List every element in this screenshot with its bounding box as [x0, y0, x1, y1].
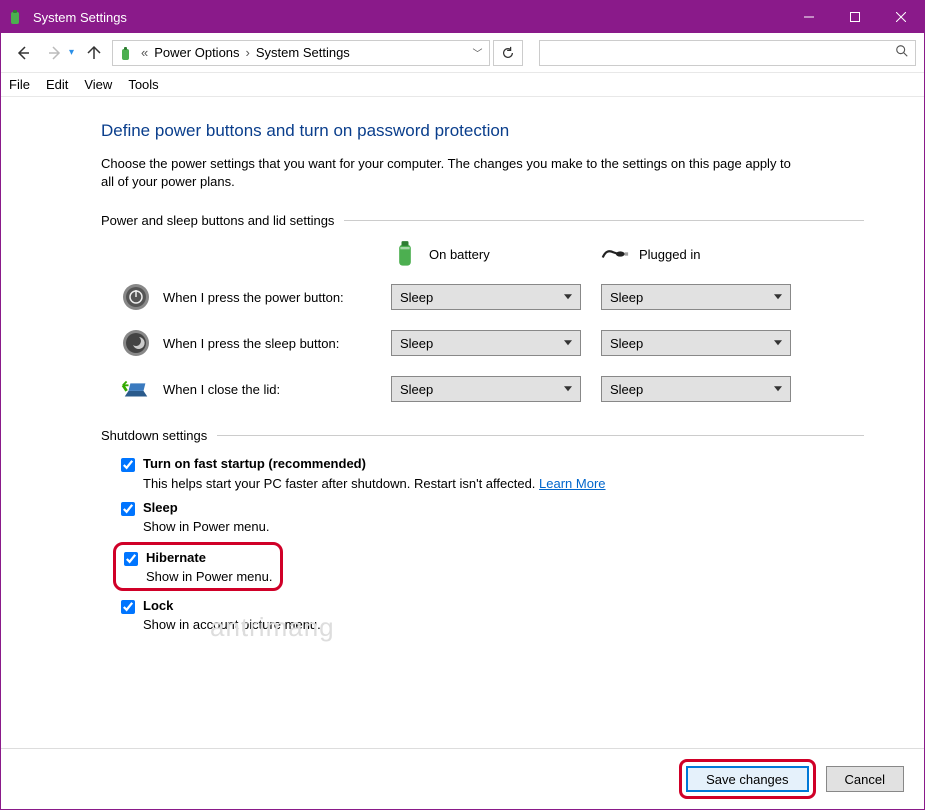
lid-label: When I close the lid:: [163, 382, 280, 397]
section-shutdown-title: Shutdown settings: [101, 428, 864, 443]
menubar: File Edit View Tools: [1, 73, 924, 97]
window-controls: [786, 1, 924, 33]
address-dropdown-button[interactable]: ﹀: [473, 45, 483, 60]
col-battery-label: On battery: [429, 247, 490, 262]
sleep-button-battery-select[interactable]: Sleep: [391, 330, 581, 356]
forward-button[interactable]: [41, 39, 69, 67]
maximize-button[interactable]: [832, 1, 878, 33]
refresh-button[interactable]: [493, 40, 523, 66]
lock-desc: Show in account picture menu.: [143, 617, 864, 632]
section-power-lid-label: Power and sleep buttons and lid settings: [101, 213, 334, 228]
section-shutdown-label: Shutdown settings: [101, 428, 207, 443]
row-lid: When I close the lid: Sleep Sleep: [101, 374, 864, 404]
content-area: Define power buttons and turn on passwor…: [1, 97, 924, 748]
hibernate-highlight: Hibernate Show in Power menu.: [113, 542, 283, 591]
lock-checkbox-row: Lock: [121, 597, 864, 615]
power-button-battery-select[interactable]: Sleep: [391, 284, 581, 310]
search-icon[interactable]: [895, 44, 909, 61]
hibernate-checkbox-row: Hibernate: [124, 549, 272, 567]
save-highlight: Save changes: [679, 759, 815, 799]
titlebar: System Settings: [1, 1, 924, 33]
search-input[interactable]: [546, 44, 895, 61]
row-power-button: When I press the power button: Sleep Sle…: [101, 282, 864, 312]
lock-label: Lock: [143, 597, 173, 615]
recent-locations-button[interactable]: ▾: [69, 47, 74, 58]
column-headers: On battery Plugged in: [101, 240, 864, 268]
sleep-checkbox-row: Sleep: [121, 499, 864, 517]
lid-plugged-select[interactable]: Sleep: [601, 376, 791, 402]
sleep-checkbox[interactable]: [121, 502, 135, 516]
footer: Save changes Cancel: [1, 748, 924, 809]
page-description: Choose the power settings that you want …: [101, 155, 801, 191]
address-bar[interactable]: « Power Options › System Settings ﹀: [112, 40, 489, 66]
col-header-plugged: Plugged in: [601, 240, 791, 268]
hibernate-label: Hibernate: [146, 549, 206, 567]
menu-file[interactable]: File: [9, 77, 30, 92]
lid-icon: [121, 374, 151, 404]
breadcrumb-prefix: «: [141, 45, 148, 60]
location-icon: [119, 45, 135, 61]
hibernate-checkbox[interactable]: [124, 552, 138, 566]
window-title: System Settings: [33, 10, 127, 25]
row-sleep-button: When I press the sleep button: Sleep Sle…: [101, 328, 864, 358]
section-power-lid-title: Power and sleep buttons and lid settings: [101, 213, 864, 228]
close-button[interactable]: [878, 1, 924, 33]
navigation-bar: ▾ « Power Options › System Settings ﹀: [1, 33, 924, 73]
power-button-label: When I press the power button:: [163, 290, 344, 305]
cancel-button[interactable]: Cancel: [826, 766, 904, 792]
col-header-battery: On battery: [391, 240, 581, 268]
menu-view[interactable]: View: [84, 77, 112, 92]
plug-icon: [601, 240, 629, 268]
power-button-icon: [121, 282, 151, 312]
menu-tools[interactable]: Tools: [128, 77, 158, 92]
lid-battery-select[interactable]: Sleep: [391, 376, 581, 402]
fast-startup-checkbox[interactable]: [121, 458, 135, 472]
app-icon: [9, 9, 25, 25]
hibernate-desc: Show in Power menu.: [146, 569, 272, 584]
breadcrumb-parent[interactable]: Power Options: [154, 45, 239, 60]
battery-icon: [391, 240, 419, 268]
sleep-button-icon: [121, 328, 151, 358]
back-button[interactable]: [9, 39, 37, 67]
sleep-button-plugged-select[interactable]: Sleep: [601, 330, 791, 356]
fast-startup-label: Turn on fast startup (recommended): [143, 455, 366, 473]
search-box[interactable]: [539, 40, 916, 66]
minimize-button[interactable]: [786, 1, 832, 33]
sleep-button-label: When I press the sleep button:: [163, 336, 339, 351]
page-heading: Define power buttons and turn on passwor…: [101, 121, 864, 141]
menu-edit[interactable]: Edit: [46, 77, 68, 92]
power-button-plugged-select[interactable]: Sleep: [601, 284, 791, 310]
col-plugged-label: Plugged in: [639, 247, 700, 262]
sleep-label: Sleep: [143, 499, 178, 517]
fast-startup-checkbox-row: Turn on fast startup (recommended): [121, 455, 864, 473]
shutdown-section: Shutdown settings Turn on fast startup (…: [101, 428, 864, 632]
system-settings-window: System Settings ▾ «: [0, 0, 925, 810]
breadcrumb-separator-icon: ›: [246, 45, 250, 60]
sleep-desc: Show in Power menu.: [143, 519, 864, 534]
learn-more-link[interactable]: Learn More: [539, 476, 605, 491]
breadcrumb-current[interactable]: System Settings: [256, 45, 350, 60]
save-button[interactable]: Save changes: [686, 766, 808, 792]
lock-checkbox[interactable]: [121, 600, 135, 614]
up-button[interactable]: [80, 39, 108, 67]
fast-startup-desc: This helps start your PC faster after sh…: [143, 476, 864, 491]
